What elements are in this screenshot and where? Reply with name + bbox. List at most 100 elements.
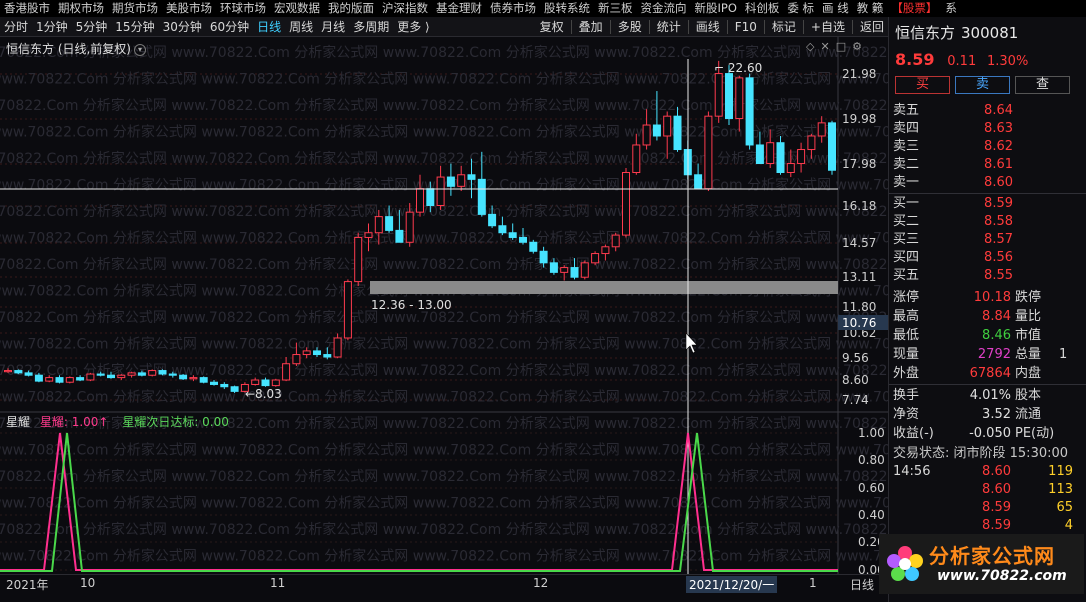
ask-row[interactable]: 卖五 8.64 [889, 102, 1086, 120]
candle-body [354, 236, 363, 283]
book-price: 8.62 [984, 139, 1013, 154]
top-menu-item[interactable]: 系 [941, 0, 961, 17]
top-menu-item[interactable]: 新三板 [594, 0, 637, 17]
top-menu-item[interactable]: 香港股市 [0, 0, 54, 17]
close-icon[interactable]: ✕ [820, 40, 829, 53]
trade-price: 8.60 [982, 464, 1011, 479]
indicator-name[interactable]: 星耀 [6, 415, 30, 429]
kline-chart[interactable]: www.70822.Com 分析家公式网 www.70822.Com 分析家公式… [0, 37, 888, 592]
period-tab[interactable]: 日线 [253, 17, 285, 36]
candle-body [611, 234, 620, 248]
watermark-text: www.70822.Com 分析家公式网 www.70822.Com 分析家公式… [0, 97, 888, 114]
candle-body [292, 354, 301, 365]
trade-volume: 65 [1056, 500, 1073, 515]
date-tick-label: 1 [809, 576, 817, 590]
trade-row: 14:56 8.60 119 [889, 463, 1086, 481]
ask-row[interactable]: 卖三 8.62 [889, 138, 1086, 156]
candle-body [632, 144, 641, 174]
candle-body [467, 174, 476, 180]
toolbar-separator [570, 19, 572, 34]
indicator-tick-label: 0.40 [858, 508, 885, 522]
query-button[interactable]: 查 [1015, 76, 1070, 94]
toolbar-button[interactable]: +自选 [807, 17, 849, 36]
top-menu-item[interactable]: 美股市场 [162, 0, 216, 17]
top-menu-item[interactable]: 资金流向 [637, 0, 691, 17]
toolbar-button[interactable]: F10 [731, 17, 761, 36]
settings-icon[interactable]: ⚙ [852, 40, 862, 53]
toolbar-button[interactable]: 统计 [653, 17, 685, 36]
buy-button[interactable]: 买 [895, 76, 950, 94]
price-tick-label: 16.18 [842, 199, 876, 213]
toolbar-button[interactable]: 返回 [856, 17, 888, 36]
trade-list: 交易状态: 闭市阶段 15:30:00 14:56 8.60 119 8.60 113 8.… [889, 445, 1086, 535]
candle-body [282, 363, 291, 381]
period-tab[interactable]: 60分钟 [206, 17, 253, 36]
sell-button[interactable]: 卖 [955, 76, 1010, 94]
period-label[interactable]: 日线 [850, 576, 874, 593]
top-menu-item[interactable]: 【股票】 [887, 0, 941, 17]
candle-body [323, 354, 332, 358]
top-menu-item[interactable]: 画 线 [818, 0, 853, 17]
book-label: 买二 [893, 214, 920, 229]
toolbar-button[interactable]: 叠加 [575, 17, 607, 36]
candle [354, 232, 363, 287]
candle [14, 369, 23, 375]
stat-value: -0.050 [969, 426, 1011, 441]
top-menu-item[interactable]: 基金理财 [432, 0, 486, 17]
date-tick-label: 10 [80, 576, 96, 590]
top-menu-item[interactable]: 宏观数据 [270, 0, 324, 17]
top-menu-item[interactable]: 股转系统 [540, 0, 594, 17]
bid-row[interactable]: 买四 8.56 [889, 249, 1086, 267]
ask-row[interactable]: 卖四 8.63 [889, 120, 1086, 138]
logo-url: www.70822.com [937, 568, 1067, 584]
top-menu-item[interactable]: 我的版面 [324, 0, 378, 17]
diamond-icon[interactable]: ◇ [806, 40, 814, 53]
book-label: 买一 [893, 196, 920, 211]
period-tab[interactable]: 多周期 [349, 17, 393, 36]
ask-row[interactable]: 卖一 8.60 [889, 174, 1086, 192]
period-tab[interactable]: 更多 ⟩ [393, 17, 434, 36]
ask-row[interactable]: 卖二 8.61 [889, 156, 1086, 174]
top-menu-item[interactable]: 沪深指数 [378, 0, 432, 17]
bid-row[interactable]: 买二 8.58 [889, 213, 1086, 231]
chevron-down-icon[interactable]: ▾ [134, 43, 146, 56]
top-menu-item[interactable]: 委 标 [783, 0, 818, 17]
top-menu-item[interactable]: 新股IPO [691, 0, 741, 17]
candle-body [251, 379, 260, 385]
period-tab[interactable]: 周线 [285, 17, 317, 36]
period-tab[interactable]: 30分钟 [159, 17, 206, 36]
watermark-text: www.70822.Com 分析家公式网 www.70822.Com 分析家公式… [0, 389, 888, 406]
candle-body [642, 124, 651, 146]
top-menu-item[interactable]: 环球市场 [216, 0, 270, 17]
maximize-icon[interactable]: □ [836, 40, 846, 53]
price-tick-label: 7.74 [842, 393, 869, 407]
period-tab[interactable]: 1分钟 [32, 17, 72, 36]
bid-row[interactable]: 买一 8.59 [889, 195, 1086, 213]
toolbar-button[interactable]: 标记 [768, 17, 800, 36]
date-tick-label: 2021/12/20/一 [686, 576, 778, 593]
bid-row[interactable]: 买五 8.55 [889, 267, 1086, 285]
top-menu-item[interactable]: 债券市场 [486, 0, 540, 17]
candle-body [34, 374, 43, 382]
top-menu-item[interactable]: 教 籁 [853, 0, 888, 17]
chart-area[interactable]: www.70822.Com 分析家公式网 www.70822.Com 分析家公式… [0, 37, 888, 592]
candle [86, 372, 95, 382]
toolbar-button[interactable]: 多股 [614, 17, 646, 36]
watermark-text: www.70822.Com 分析家公式网 www.70822.Com 分析家公式… [0, 468, 888, 485]
period-tab[interactable]: 月线 [317, 17, 349, 36]
period-tab[interactable]: 分时 [0, 17, 32, 36]
period-tab[interactable]: 15分钟 [111, 17, 158, 36]
top-menu-item[interactable]: 科创板 [741, 0, 784, 17]
candle-body [45, 377, 54, 382]
period-tab[interactable]: 5分钟 [72, 17, 112, 36]
bid-row[interactable]: 买三 8.57 [889, 231, 1086, 249]
candle-body [714, 73, 723, 117]
toolbar-button[interactable]: 画线 [692, 17, 724, 36]
candle-body [477, 178, 486, 215]
stat-label: 外盘 [893, 366, 920, 381]
top-menu-item[interactable]: 期权市场 [54, 0, 108, 17]
top-menu-item[interactable]: 期货市场 [108, 0, 162, 17]
stock-quote: 8.59 0.11 1.30% [895, 50, 1028, 69]
toolbar-button[interactable]: 复权 [536, 17, 568, 36]
price-tick-label: 9.56 [842, 351, 869, 365]
